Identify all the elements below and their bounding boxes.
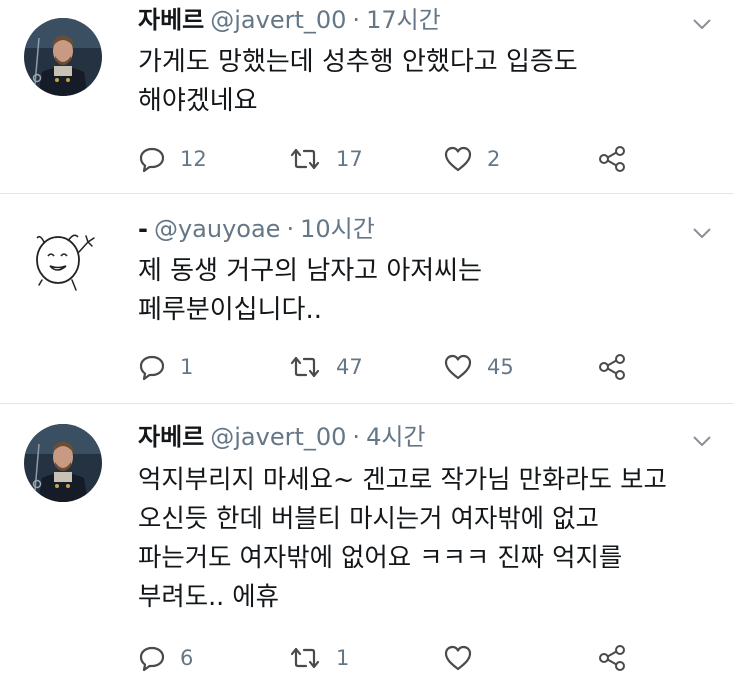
user-handle[interactable]: @yauyoae <box>154 215 280 243</box>
avatar-javert[interactable] <box>24 424 102 502</box>
user-handle[interactable]: @javert_00 <box>210 423 346 451</box>
retweet-button[interactable]: 17 <box>288 141 363 177</box>
reply-icon <box>138 353 166 381</box>
heart-icon <box>443 644 473 672</box>
retweet-button[interactable]: 1 <box>288 640 349 676</box>
display-name[interactable]: - <box>138 215 148 243</box>
like-button[interactable]: 2 <box>443 141 500 177</box>
heart-icon <box>443 353 473 381</box>
share-button[interactable] <box>597 640 627 676</box>
tweet-2[interactable]: - @yauyoae · 10시간 제 동생 거구의 남자고 아저씨는 페루분이십니다… <box>0 194 734 401</box>
retweet-icon <box>288 145 322 173</box>
share-icon <box>597 644 627 672</box>
tweet-timeline: 자베르 @javert_00 · 17시간 가게도 망했는데 성추행 안했다고 입증도… <box>0 0 734 677</box>
tweet-text: 억지부리지 마세요~ 겐고로 작가님 만화라도 보고 오신듯 한데 버블티 마시… <box>138 464 667 611</box>
retweet-count: 47 <box>336 355 363 379</box>
reply-button[interactable]: 1 <box>138 349 193 385</box>
retweet-count: 17 <box>336 147 363 171</box>
retweet-icon <box>288 644 322 672</box>
timestamp[interactable]: 17시간 <box>366 6 441 34</box>
like-count: 45 <box>487 355 514 379</box>
tweet-3[interactable]: 자베르 @javert_00 · 4시간 억지부리지 마세요~ 겐고로 작가님 만화라… <box>0 404 734 677</box>
share-icon <box>597 353 627 381</box>
chevron-down-icon[interactable] <box>688 219 716 247</box>
display-name[interactable]: 자베르 <box>138 423 204 451</box>
tweet-text: 가게도 망했는데 성추행 안했다고 입증도 해야겠네요 <box>138 47 578 116</box>
separator-dot: · <box>352 423 361 451</box>
share-button[interactable] <box>597 141 627 177</box>
tweet-actions: 6 1 <box>0 640 734 676</box>
reply-icon <box>138 145 166 173</box>
like-count: 2 <box>487 147 501 171</box>
reply-count: 6 <box>180 646 194 670</box>
separator-dot: · <box>286 215 295 243</box>
timestamp[interactable]: 10시간 <box>300 215 375 243</box>
avatar-javert[interactable] <box>24 18 102 96</box>
reply-button[interactable]: 12 <box>138 141 207 177</box>
display-name[interactable]: 자베르 <box>138 6 204 34</box>
like-button[interactable] <box>443 640 487 676</box>
retweet-icon <box>288 353 322 381</box>
reply-icon <box>138 644 166 672</box>
avatar-yauyoae[interactable] <box>24 216 102 294</box>
timestamp[interactable]: 4시간 <box>366 423 425 451</box>
tweet-header: 자베르 @javert_00 · 4시간 <box>138 420 714 454</box>
share-icon <box>597 145 627 173</box>
tweet-actions: 12 17 2 <box>0 141 734 177</box>
tweet-header: 자베르 @javert_00 · 17시간 <box>138 3 714 37</box>
retweet-button[interactable]: 47 <box>288 349 363 385</box>
chevron-down-icon[interactable] <box>688 427 716 455</box>
tweet-1[interactable]: 자베르 @javert_00 · 17시간 가게도 망했는데 성추행 안했다고 입증도… <box>0 0 734 190</box>
tweet-actions: 1 47 45 <box>0 349 734 385</box>
reply-button[interactable]: 6 <box>138 640 193 676</box>
reply-count: 12 <box>180 147 207 171</box>
like-button[interactable]: 45 <box>443 349 514 385</box>
chevron-down-icon[interactable] <box>688 10 716 38</box>
separator-dot: · <box>352 6 361 34</box>
user-handle[interactable]: @javert_00 <box>210 6 346 34</box>
retweet-count: 1 <box>336 646 350 670</box>
heart-icon <box>443 145 473 173</box>
reply-count: 1 <box>180 355 194 379</box>
share-button[interactable] <box>597 349 627 385</box>
tweet-text: 제 동생 거구의 남자고 아저씨는 페루분이십니다.. <box>138 256 483 325</box>
tweet-header: - @yauyoae · 10시간 <box>138 212 714 246</box>
